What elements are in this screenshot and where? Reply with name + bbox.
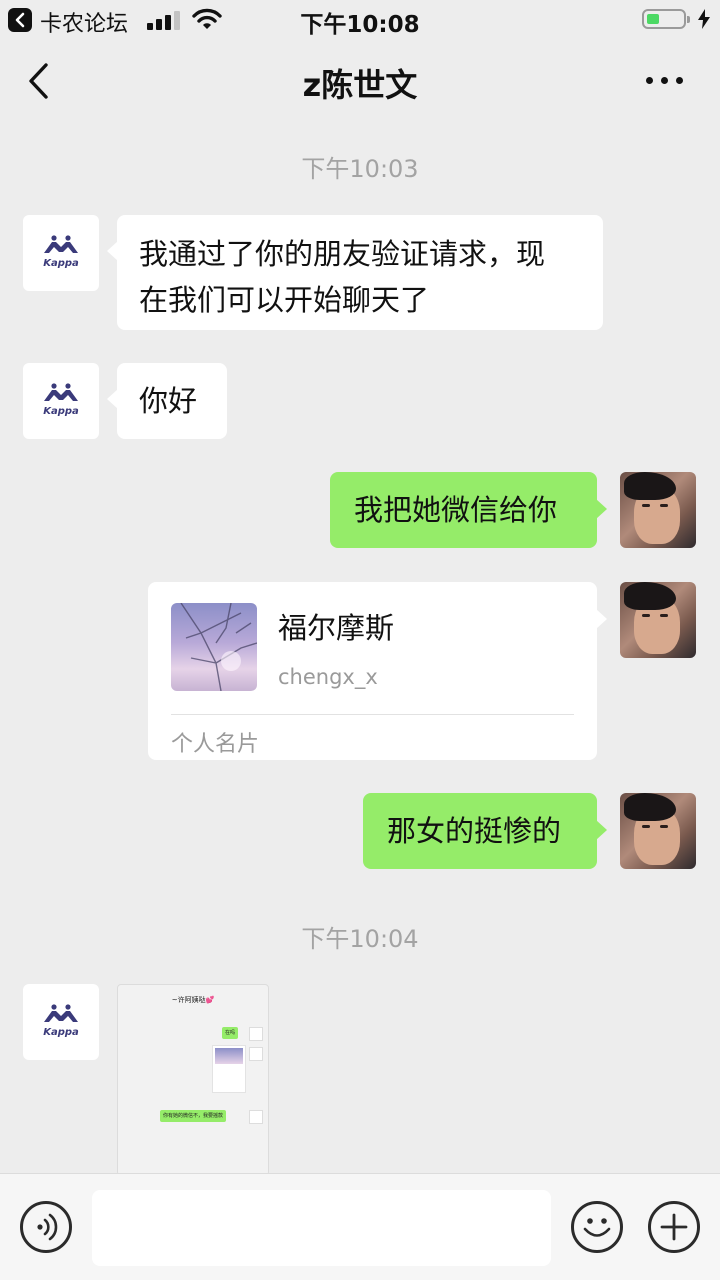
received-message-bubble[interactable]: 我通过了你的朋友验证请求，现 在我们可以开始聊天了 — [107, 215, 603, 330]
svg-text:Kappa: Kappa — [43, 258, 79, 269]
thumbnail-card — [212, 1045, 246, 1093]
image-message-thumbnail[interactable]: ~许阿姨哒💕 在吗 你有她的微信不，我要摇款 — [117, 984, 269, 1176]
divider — [171, 714, 574, 715]
emoji-icon[interactable] — [571, 1201, 623, 1253]
user-avatar[interactable] — [620, 582, 696, 658]
contact-avatar[interactable]: Kappa — [23, 215, 99, 291]
contact-card-name: 福尔摩斯 — [278, 611, 395, 645]
thumbnail-avatar — [249, 1047, 263, 1061]
message-text-line: 我通过了你的朋友验证请求，现 — [139, 237, 546, 271]
thumbnail-chat-title: ~许阿姨哒💕 — [171, 996, 215, 1004]
user-avatar[interactable] — [620, 793, 696, 869]
sent-message-bubble[interactable]: 我把她微信给你 — [330, 472, 607, 548]
thumbnail-avatar — [249, 1110, 263, 1124]
voice-icon[interactable] — [20, 1201, 72, 1253]
message-text: 我把她微信给你 — [354, 493, 558, 527]
message-input[interactable] — [92, 1190, 551, 1266]
thumbnail-avatar — [249, 1027, 263, 1041]
contact-card-message[interactable]: 福尔摩斯 chengx_x 个人名片 — [148, 582, 607, 760]
sent-message-bubble[interactable]: 那女的挺惨的 — [363, 793, 607, 869]
kappa-logo-icon: Kappa — [43, 1004, 79, 1038]
message-text: 你好 — [139, 384, 198, 418]
nav-bar: z陈世文 — [0, 40, 720, 122]
status-time: 下午10:08 — [300, 12, 420, 38]
kappa-logo-icon: Kappa — [43, 235, 79, 269]
status-bar: 卡农论坛 下午10:08 — [0, 0, 720, 40]
contact-avatar[interactable]: Kappa — [23, 363, 99, 439]
message-text: 那女的挺惨的 — [387, 814, 562, 848]
charging-bolt-icon — [698, 9, 710, 29]
user-avatar[interactable] — [620, 472, 696, 548]
svg-text:Kappa: Kappa — [43, 1027, 79, 1038]
contact-card-photo — [171, 603, 257, 691]
battery-icon — [642, 9, 690, 29]
more-dots-icon[interactable] — [646, 77, 686, 85]
contact-card-id: chengx_x — [278, 665, 378, 689]
thumbnail-bubble: 在吗 — [222, 1027, 239, 1039]
message-timestamp: 下午10:03 — [301, 155, 419, 183]
thumbnail-bubble: 你有她的微信不，我要摇款 — [160, 1110, 227, 1122]
svg-text:Kappa: Kappa — [43, 406, 79, 417]
contact-card-type-label: 个人名片 — [171, 732, 260, 757]
kappa-logo-icon: Kappa — [43, 383, 79, 417]
input-bar — [0, 1173, 720, 1280]
chat-title: z陈世文 — [302, 66, 418, 104]
received-message-bubble[interactable]: 你好 — [107, 363, 227, 439]
tree-branches-icon — [180, 603, 257, 691]
contact-avatar[interactable]: Kappa — [23, 984, 99, 1060]
plus-icon[interactable] — [648, 1201, 700, 1253]
message-text-line: 在我们可以开始聊天了 — [139, 283, 430, 317]
message-timestamp: 下午10:04 — [301, 925, 419, 953]
